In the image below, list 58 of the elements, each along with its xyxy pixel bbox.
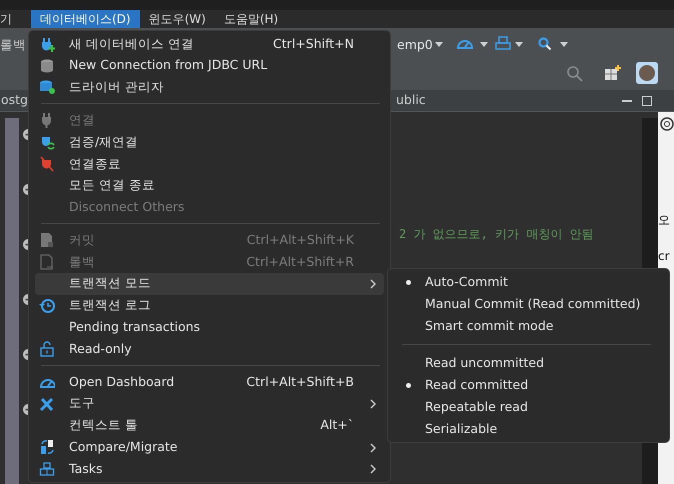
chevron-right-icon [370, 279, 376, 290]
submenu-item[interactable]: Read committed [392, 374, 665, 396]
code-comment: 2 가 없으므로, 키가 매칭이 안됨 [399, 226, 594, 243]
submenu-item[interactable]: Read uncommitted [392, 352, 665, 374]
chevron-right-icon [370, 399, 376, 410]
menu-item[interactable]: 연결종료 [35, 152, 384, 175]
submenu-item[interactable]: Repeatable read [392, 396, 665, 418]
menu-bar-item[interactable]: 기 [0, 10, 21, 28]
document-icon [39, 232, 55, 248]
side-text: 오 [658, 212, 671, 229]
menu-bar-item[interactable]: 데이터베이스(D) [31, 10, 140, 28]
menu-item[interactable]: 트랜잭션 모드 [35, 272, 384, 295]
chevron-right-icon [370, 442, 376, 453]
plug-off-icon [39, 156, 55, 172]
caret-icon[interactable] [560, 42, 568, 47]
menu-item[interactable]: 모든 연결 종료 [35, 174, 384, 197]
database-icon [39, 58, 55, 74]
menu-item[interactable]: 새 데이터베이스 연결 Ctrl+Shift+N [35, 33, 384, 55]
avatar-icon[interactable] [636, 62, 658, 84]
submenu-item[interactable]: Manual Commit (Read committed) [392, 293, 665, 315]
menu-item[interactable]: 검증/재연결 [35, 131, 384, 153]
document-icon [39, 254, 55, 270]
caret-icon[interactable] [515, 42, 523, 47]
menu-item[interactable]: 트랜잭션 로그 [35, 294, 384, 317]
connection-label: emp0 [397, 36, 433, 54]
menu-item[interactable]: New Connection from JDBC URL [35, 54, 384, 77]
submenu-item[interactable]: Smart commit mode [392, 315, 665, 337]
boxes-icon [39, 461, 55, 478]
chat-logo-icon [660, 116, 674, 131]
menu-item[interactable]: Open Dashboard Ctrl+Alt+Shift+B [35, 371, 384, 393]
lock-icon [39, 341, 55, 358]
editor-tab[interactable]: ostg [1, 91, 28, 110]
plug-plus-icon [39, 36, 55, 52]
menu-bar-item[interactable]: 도움말(H) [214, 10, 288, 28]
compare-icon [39, 439, 55, 456]
plug-refresh-icon [39, 134, 55, 150]
caret-icon[interactable] [480, 42, 488, 47]
menu-bar-item[interactable]: 윈도우(W) [140, 10, 215, 28]
menu-item[interactable]: Tasks [35, 458, 384, 480]
search-icon[interactable] [538, 37, 552, 51]
caret-icon[interactable] [435, 42, 443, 47]
menu-item[interactable]: Read-only [35, 338, 384, 360]
menu-item[interactable]: 드라이버 관리자 [35, 76, 384, 98]
maximize-icon[interactable] [642, 96, 652, 106]
submenu-item[interactable]: Serializable [392, 418, 665, 440]
side-text: cr [658, 248, 671, 265]
editor-tab[interactable]: ublic [396, 91, 426, 110]
toolbar-label: 롤백 [0, 36, 26, 54]
database-gear-icon [39, 79, 55, 96]
history-icon [39, 298, 55, 314]
menu-item[interactable]: 도구 [35, 392, 384, 415]
menu-item[interactable]: Compare/Migrate [35, 436, 384, 458]
menu-item[interactable]: Pending transactions [35, 316, 384, 338]
tasks-icon[interactable] [495, 36, 511, 50]
submenu-item[interactable]: Auto-Commit [392, 271, 665, 293]
chevron-right-icon [370, 464, 376, 474]
grid-add-icon[interactable] [604, 65, 622, 81]
menu-item[interactable]: 컨텍스트 툴 Alt+` [35, 414, 384, 437]
